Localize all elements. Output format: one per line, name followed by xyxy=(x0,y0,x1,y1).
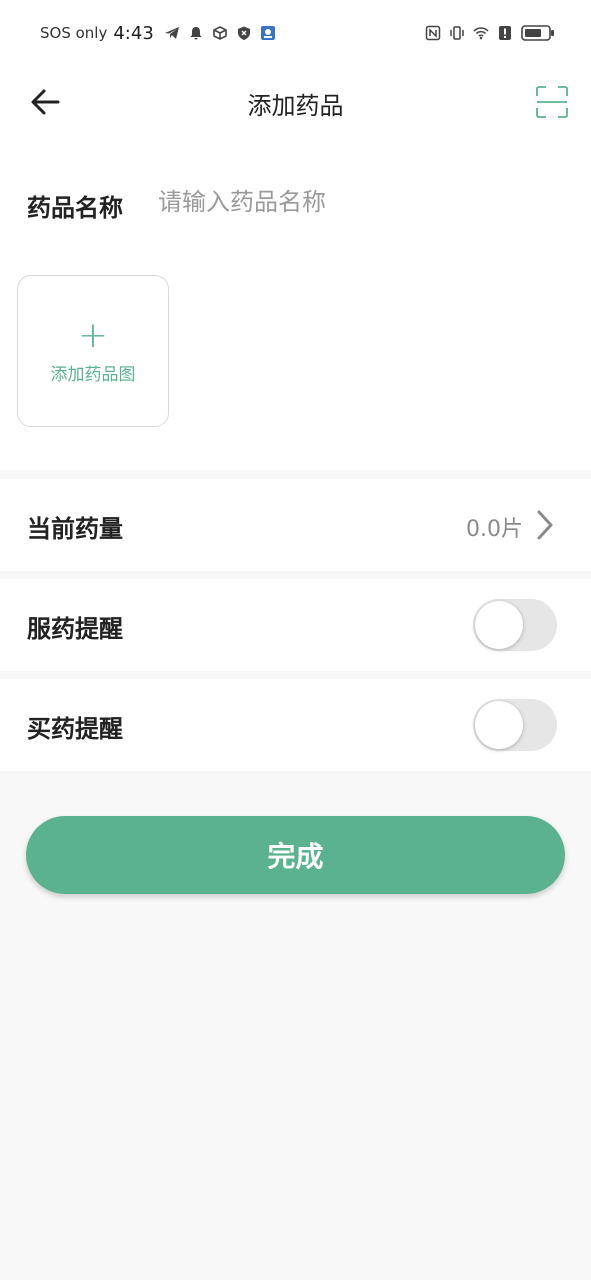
telegram-icon xyxy=(164,27,179,39)
shield-icon xyxy=(237,26,250,40)
medication-reminder-row: 服药提醒 xyxy=(0,579,591,671)
chevron-right-icon xyxy=(537,510,553,540)
purchase-reminder-toggle[interactable] xyxy=(473,699,557,751)
medicine-info-section: 药品名称 + 添加药品图 xyxy=(0,140,591,470)
medication-reminder-toggle[interactable] xyxy=(473,599,557,651)
purchase-reminder-row: 买药提醒 xyxy=(0,679,591,771)
notification-icons xyxy=(164,25,276,41)
medicine-name-input[interactable] xyxy=(158,184,558,220)
medication-reminder-label: 服药提醒 xyxy=(27,615,123,643)
alert-icon xyxy=(499,26,511,40)
toggle-knob xyxy=(475,701,523,749)
box-icon xyxy=(212,26,227,40)
medicine-name-label: 药品名称 xyxy=(27,194,123,222)
top-app-bar: 添加药品 xyxy=(0,66,591,140)
status-bar: SOS only 4:43 xyxy=(0,0,591,66)
current-amount-value: 0.0片 xyxy=(466,517,523,542)
clock: 4:43 xyxy=(113,22,154,44)
purchase-reminder-label: 买药提醒 xyxy=(27,715,123,743)
scan-icon[interactable] xyxy=(534,84,570,120)
wifi-icon xyxy=(473,27,489,40)
carrier-text: SOS only xyxy=(40,24,108,42)
status-right xyxy=(425,24,555,42)
status-left: SOS only 4:43 xyxy=(40,23,276,44)
add-image-label: 添加药品图 xyxy=(50,364,136,385)
toggle-knob xyxy=(475,601,523,649)
vibrate-icon xyxy=(450,26,464,40)
bell-icon xyxy=(190,27,202,40)
done-button[interactable]: 完成 xyxy=(26,816,565,894)
battery-icon xyxy=(521,25,554,41)
nfc-icon xyxy=(425,25,441,41)
plus-icon: + xyxy=(77,314,109,356)
screen: SOS only 4:43 添加药品 药品名称 请输入药品名称 + 添加药品图 … xyxy=(0,0,591,1280)
current-amount-row[interactable]: 当前药量 0.0片 xyxy=(0,479,591,571)
page-title: 添加药品 xyxy=(247,92,344,120)
add-medicine-image-button[interactable]: + 添加药品图 xyxy=(17,275,169,427)
current-amount-label: 当前药量 xyxy=(27,515,123,543)
app-icon xyxy=(260,26,275,40)
